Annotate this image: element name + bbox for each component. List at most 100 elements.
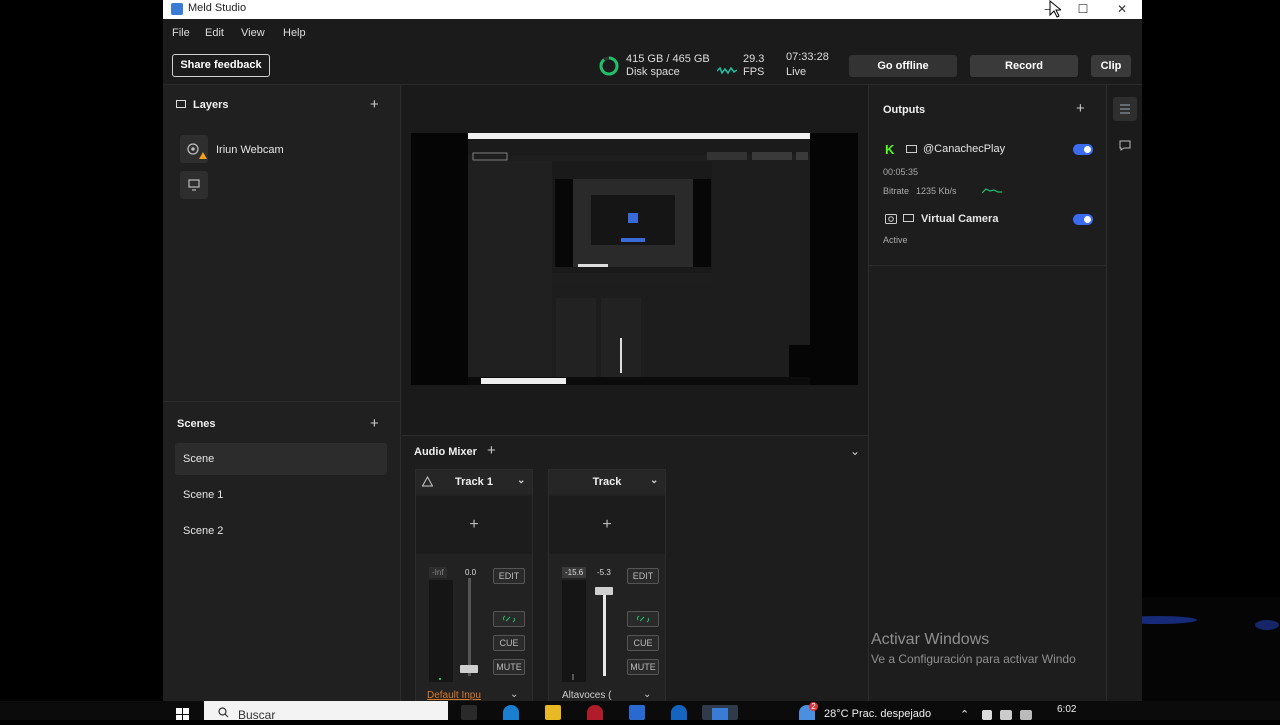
add-layer-button[interactable]: +	[370, 97, 379, 112]
panel-divider	[869, 265, 1107, 266]
chevron-down-icon[interactable]: ⌄	[510, 689, 518, 700]
live-timer: 07:33:28	[786, 51, 829, 63]
menu-help[interactable]: Help	[283, 27, 306, 39]
gain-readout: -5.3	[597, 568, 611, 577]
file-explorer-icon[interactable]	[545, 705, 561, 720]
edge-icon[interactable]	[503, 705, 519, 720]
scene-item-scene-1[interactable]: Scene 1	[175, 479, 387, 511]
program-preview[interactable]	[411, 133, 858, 385]
record-button[interactable]: Record	[970, 55, 1078, 77]
weather-icon[interactable]: 2	[799, 702, 818, 720]
chevron-up-icon[interactable]: ⌃	[960, 708, 969, 721]
chevron-down-icon[interactable]: ⌄	[643, 689, 651, 700]
stream-output-name: @CanachecPlay	[923, 143, 1006, 155]
cue-button[interactable]: CUE	[493, 635, 525, 651]
task-view-icon[interactable]	[461, 705, 477, 720]
title-bar: Meld Studio ─ ☐ ✕	[163, 0, 1142, 19]
maximize-button[interactable]: ☐	[1065, 0, 1101, 19]
stream-duration: 00:05:35	[883, 167, 919, 177]
track-header: Track ⌄	[549, 470, 665, 494]
stream-output-toggle[interactable]	[1073, 144, 1093, 155]
outputs-panel: Outputs + K @CanachecPlay 00:05:35 Bitra…	[868, 85, 1107, 720]
preview-screen-capture	[468, 133, 858, 385]
fader-track	[468, 578, 471, 676]
mute-button[interactable]: MUTE	[627, 659, 659, 675]
layer-item-label[interactable]: Iriun Webcam	[216, 144, 284, 156]
input-device-select[interactable]: Default Inpu	[427, 690, 481, 701]
network-icon[interactable]	[1020, 710, 1032, 720]
link-icon[interactable]	[627, 611, 659, 627]
fps-wave-icon	[717, 67, 737, 75]
webcam-warning-icon[interactable]	[180, 135, 208, 163]
add-track-button[interactable]: +	[487, 443, 496, 458]
virtual-camera-toggle[interactable]	[1073, 214, 1093, 225]
taskbar-search-input[interactable]: Buscar	[204, 701, 448, 722]
live-status: Live	[786, 66, 807, 78]
meld-studio-window: Meld Studio ─ ☐ ✕ File Edit View Help Sh…	[163, 0, 1142, 720]
virtual-camera-name: Virtual Camera	[921, 213, 999, 225]
watermark-subtitle: Ve a Configuración para activar Windo	[871, 652, 1076, 666]
clip-button[interactable]: Clip	[1091, 55, 1131, 77]
panel-divider	[163, 401, 401, 402]
peak-readout: -15.6	[562, 567, 587, 578]
share-feedback-button[interactable]: Share feedback	[172, 54, 270, 77]
mute-button[interactable]: MUTE	[493, 659, 525, 675]
menu-edit[interactable]: Edit	[205, 27, 224, 39]
go-offline-button[interactable]: Go offline	[849, 55, 957, 77]
toolbar: Share feedback 415 GB / 465 GB Disk spac…	[163, 47, 1142, 85]
bitrate-graph-icon	[982, 188, 1002, 194]
add-source-button[interactable]: +	[416, 496, 532, 554]
menu-file[interactable]: File	[172, 27, 190, 39]
volume-fader[interactable]	[460, 665, 478, 673]
cue-button[interactable]: CUE	[627, 635, 659, 651]
level-meter	[429, 580, 453, 682]
layers-icon	[176, 100, 186, 108]
battery-icon[interactable]	[982, 710, 992, 720]
outlook-icon[interactable]	[671, 705, 687, 720]
app-red-icon[interactable]	[587, 705, 603, 720]
link-icon[interactable]	[493, 611, 525, 627]
virtual-camera-status: Active	[883, 235, 908, 245]
disk-space-value: 415 GB / 465 GB	[626, 53, 710, 65]
output-device-select[interactable]: Altavoces (	[562, 690, 611, 701]
speaker-icon[interactable]	[1000, 710, 1012, 720]
monitor-icon[interactable]	[180, 171, 208, 199]
weather-text[interactable]: 28°C Prac. despejado	[824, 708, 931, 720]
close-button[interactable]: ✕	[1104, 0, 1140, 19]
meld-studio-taskbar-icon[interactable]	[702, 705, 738, 720]
chevron-down-icon[interactable]: ⌄	[650, 475, 658, 486]
edit-button[interactable]: EDIT	[627, 568, 659, 584]
store-icon[interactable]	[629, 705, 645, 720]
add-output-button[interactable]: +	[1076, 101, 1085, 116]
track-header: Track 1 ⌄	[416, 470, 532, 494]
menu-bar: File Edit View Help	[163, 19, 1142, 47]
outputs-title: Outputs	[883, 104, 926, 116]
fps-label: FPS	[743, 66, 765, 78]
chevron-down-icon[interactable]: ⌄	[517, 475, 525, 486]
level-meter-fill	[572, 674, 574, 680]
weather-badge: 2	[809, 702, 818, 711]
collapse-mixer-button[interactable]: ⌄	[850, 444, 860, 458]
track-name[interactable]: Track 1	[416, 476, 532, 488]
windows-activation-watermark: Activar Windows Ve a Configuración para …	[871, 631, 1111, 666]
right-icon-rail	[1106, 85, 1142, 720]
track-strip-2: Track ⌄ + -15.6 -5.3 EDIT CUE MUTE Altav…	[548, 469, 666, 720]
add-source-button[interactable]: +	[549, 496, 665, 554]
scene-item-scene-2[interactable]: Scene 2	[175, 515, 387, 547]
add-scene-button[interactable]: +	[370, 416, 379, 431]
track-name[interactable]: Track	[549, 476, 665, 488]
fader-track	[603, 588, 606, 676]
properties-icon[interactable]	[1113, 97, 1137, 121]
monitor-icon	[903, 214, 914, 222]
app-logo-icon	[171, 3, 183, 15]
chat-icon[interactable]	[1119, 140, 1131, 151]
desktop-glow	[1082, 597, 1280, 701]
volume-fader[interactable]	[595, 587, 613, 595]
bitrate-value: 1235 Kb/s	[916, 186, 957, 196]
edit-button[interactable]: EDIT	[493, 568, 525, 584]
windows-start-icon[interactable]	[176, 708, 190, 720]
scene-item-scene[interactable]: Scene	[175, 443, 387, 475]
clock-time[interactable]: 6:02	[1057, 704, 1076, 715]
menu-view[interactable]: View	[241, 27, 265, 39]
monitor-icon	[906, 145, 917, 153]
